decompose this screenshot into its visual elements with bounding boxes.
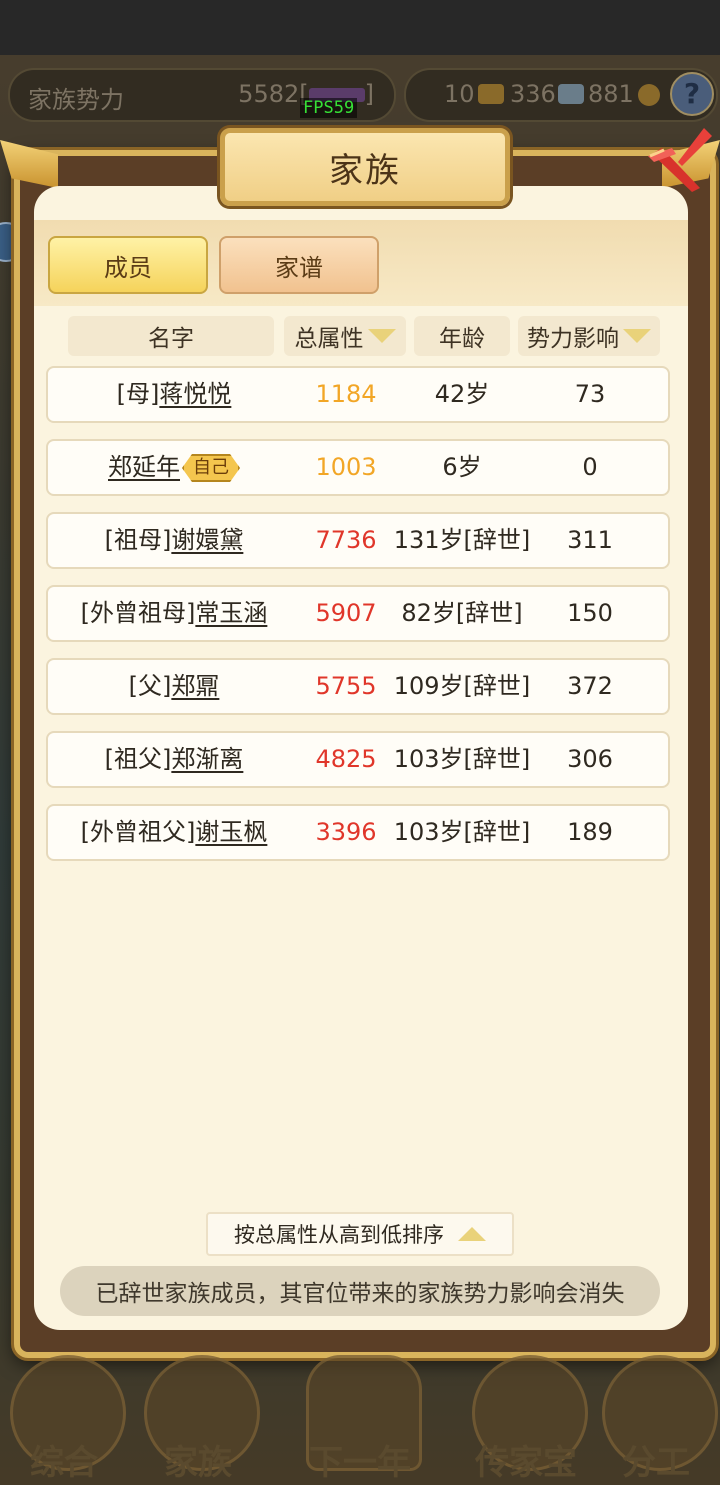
fps-counter: FPS59 <box>300 98 358 118</box>
help-icon[interactable]: ? <box>670 72 714 116</box>
sort-desc-icon <box>367 329 396 343</box>
family-power-label: 家族势力 <box>28 86 124 114</box>
member-relation: [祖母] <box>104 526 172 554</box>
tab-members[interactable]: 成员 <box>48 236 208 294</box>
coin-count: 881 <box>588 80 634 108</box>
close-button[interactable] <box>642 126 714 196</box>
sort-order-label: 按总属性从高到低排序 <box>234 1223 444 1247</box>
member-total-attr: 1184 <box>315 380 377 408</box>
gold-bar-icon <box>478 84 504 104</box>
member-age: 131岁[辞世] <box>393 526 531 554</box>
member-name-cell: 郑延年 自己 <box>48 441 300 494</box>
status-bar <box>0 0 720 55</box>
dialog-title: 家族 <box>329 150 401 191</box>
member-row[interactable]: [外曾祖父]谢玉枫 3396 103岁[辞世] 189 <box>46 804 670 861</box>
nav-overview[interactable]: 综合 <box>4 1355 126 1483</box>
tab-family-tree[interactable]: 家谱 <box>219 236 379 294</box>
member-influence: 150 <box>567 599 613 627</box>
member-row[interactable]: [母]蒋悦悦 1184 42岁 73 <box>46 366 670 423</box>
member-row[interactable]: [父]郑鼏 5755 109岁[辞世] 372 <box>46 658 670 715</box>
dialog-title-plaque: 家族 <box>220 128 510 206</box>
member-total-attr: 7736 <box>315 526 377 554</box>
member-age: 103岁[辞世] <box>393 818 531 846</box>
member-name-link[interactable]: 郑鼏 <box>171 672 219 700</box>
column-header-influence-label: 势力影响 <box>527 326 619 352</box>
nav-family-label: 家族 <box>164 1443 232 1483</box>
member-total-attr: 5907 <box>315 599 377 627</box>
member-name-cell: [外曾祖母]常玉涵 <box>48 587 300 640</box>
member-influence: 0 <box>582 453 598 481</box>
nav-assignment[interactable]: 分工 <box>596 1355 718 1483</box>
member-row[interactable]: [外曾祖母]常玉涵 5907 82岁[辞世] 150 <box>46 585 670 642</box>
silver-count: 336 <box>510 80 556 108</box>
close-icon <box>648 128 712 192</box>
member-age: 42岁 <box>434 380 490 408</box>
member-relation: [外曾祖母] <box>80 599 196 627</box>
column-header-influence[interactable]: 势力影响 <box>518 316 660 356</box>
member-name-link[interactable]: 郑渐离 <box>171 745 243 773</box>
nav-next-year[interactable]: 下一年 <box>300 1355 422 1483</box>
member-total-attr: 3396 <box>315 818 377 846</box>
nav-overview-label: 综合 <box>30 1443 98 1483</box>
member-influence: 372 <box>567 672 613 700</box>
member-influence: 189 <box>567 818 613 846</box>
member-row[interactable]: [祖母]谢嬛黛 7736 131岁[辞世] 311 <box>46 512 670 569</box>
nav-next-year-label: 下一年 <box>309 1443 411 1483</box>
member-name-cell: [外曾祖父]谢玉枫 <box>48 806 300 859</box>
member-name-cell: [母]蒋悦悦 <box>48 368 300 421</box>
member-name-link[interactable]: 谢玉枫 <box>195 818 267 846</box>
tab-family-tree-label: 家谱 <box>275 253 323 282</box>
member-name-cell: [祖父]郑渐离 <box>48 733 300 786</box>
member-name-link[interactable]: 郑延年 <box>108 453 180 481</box>
member-total-attr: 4825 <box>315 745 377 773</box>
member-name-link[interactable]: 谢嬛黛 <box>171 526 243 554</box>
member-influence: 311 <box>567 526 613 554</box>
gold-count: 10 <box>444 80 475 108</box>
member-relation: [祖父] <box>104 745 172 773</box>
column-header-age: 年龄 <box>414 316 510 356</box>
sort-desc-icon <box>623 329 651 343</box>
column-header-name: 名字 <box>68 316 274 356</box>
nav-heirloom-label: 传家宝 <box>475 1443 577 1483</box>
nav-assignment-label: 分工 <box>622 1443 690 1483</box>
member-name-cell: [父]郑鼏 <box>48 660 300 713</box>
sort-up-icon <box>458 1227 486 1241</box>
member-total-attr: 5755 <box>315 672 377 700</box>
member-relation: [母] <box>116 380 160 408</box>
member-influence: 306 <box>567 745 613 773</box>
member-row[interactable]: [祖父]郑渐离 4825 103岁[辞世] 306 <box>46 731 670 788</box>
column-header-age-label: 年龄 <box>439 326 485 352</box>
column-header-name-label: 名字 <box>148 326 194 352</box>
coin-icon <box>638 84 660 106</box>
member-row[interactable]: 郑延年 自己 1003 6岁 0 <box>46 439 670 496</box>
column-header-total-attr-label: 总属性 <box>294 326 364 352</box>
nav-heirloom[interactable]: 传家宝 <box>466 1355 588 1483</box>
sort-order-button[interactable]: 按总属性从高到低排序 <box>206 1212 514 1256</box>
member-name-link[interactable]: 蒋悦悦 <box>159 380 231 408</box>
member-relation: [父] <box>128 672 172 700</box>
member-age: 82岁[辞世] <box>401 599 523 627</box>
deceased-notice-text: 已辞世家族成员，其官位带来的家族势力影响会消失 <box>95 1281 625 1307</box>
tab-members-label: 成员 <box>104 253 152 282</box>
member-age: 109岁[辞世] <box>393 672 531 700</box>
member-name-cell: [祖母]谢嬛黛 <box>48 514 300 567</box>
member-influence: 73 <box>574 380 606 408</box>
column-header-total-attr[interactable]: 总属性 <box>284 316 406 356</box>
member-age: 103岁[辞世] <box>393 745 531 773</box>
self-badge: 自己 <box>182 454 240 482</box>
nav-family[interactable]: 家族 <box>138 1355 260 1483</box>
deceased-notice: 已辞世家族成员，其官位带来的家族势力影响会消失 <box>60 1266 660 1316</box>
silver-bar-icon <box>558 84 584 104</box>
member-name-link[interactable]: 常玉涵 <box>195 599 267 627</box>
member-total-attr: 1003 <box>315 453 377 481</box>
member-age: 6岁 <box>442 453 482 481</box>
member-relation: [外曾祖父] <box>80 818 196 846</box>
